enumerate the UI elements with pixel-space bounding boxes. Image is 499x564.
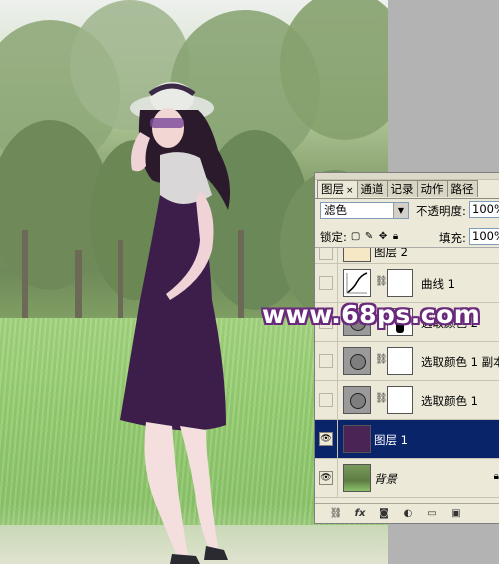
layer-mask[interactable] [387,347,413,375]
tab-paths[interactable]: 路径 [446,180,478,197]
visibility-toggle[interactable] [319,248,333,260]
lock-label: 锁定: [320,230,347,244]
blend-mode-select[interactable]: 滤色 ▼ [320,202,409,219]
lock-row: 锁定: ▢ ✎ ✥ 🔒︎ [320,229,403,245]
layer-mask[interactable] [387,386,413,414]
visibility-toggle[interactable] [319,354,333,368]
link-icon[interactable]: ⛓ [375,354,388,365]
lock-paint-icon[interactable]: ✎ [365,232,375,242]
panel-title-bar[interactable] [315,173,499,180]
layer-row[interactable]: ⛓ 选取颜色 1 副本 [315,342,499,381]
layer-name: 曲线 1 [421,277,455,291]
folder-icon[interactable]: ▭ [425,507,439,521]
lock-all-icon[interactable]: 🔒︎ [393,232,403,242]
layer-row[interactable]: 图层 2 [315,248,499,264]
fill-input[interactable]: 100% [469,228,499,245]
selective-color-icon [343,386,371,414]
layer-mask[interactable] [387,269,413,297]
curves-icon [343,269,371,297]
panel-tabs: 图层 × 通道 记录 动作 路径 [317,180,478,199]
lock-transparency-icon[interactable]: ▢ [351,232,361,242]
layer-row[interactable]: ⛓ 曲线 1 [315,264,499,303]
fx-icon[interactable]: fx [353,507,367,521]
tab-channels[interactable]: 通道 [356,180,388,197]
chevron-down-icon[interactable]: ▼ [393,203,408,218]
visibility-toggle[interactable] [319,393,333,407]
tab-actions[interactable]: 动作 [416,180,448,197]
selective-color-icon [343,347,371,375]
watermark-text: www.68ps.com [262,300,481,329]
adjustment-layer-icon[interactable]: ◐ [401,507,415,521]
layer-name: 图层 1 [374,433,408,447]
layer-name: 背景 [374,472,397,486]
layers-panel: 图层× 通道 记录 动作 路径 滤色 ▼ 不透明度: 100% 锁定: ▢ ✎ … [314,172,499,524]
add-mask-icon[interactable]: ◙ [377,507,391,521]
layer-thumbnail [343,248,371,262]
opacity-input[interactable]: 100% [469,201,499,218]
eye-icon[interactable]: 👁︎ [319,432,333,446]
tab-layers[interactable]: 图层 × [317,180,358,199]
eye-icon[interactable]: 👁︎ [319,471,333,485]
tab-history[interactable]: 记录 [386,180,418,197]
close-icon[interactable]: × [346,186,354,196]
link-layers-icon[interactable]: ⛓ [329,507,343,521]
layer-name: 图层 2 [374,248,408,259]
woman-figure [120,82,231,564]
visibility-toggle[interactable] [319,276,333,290]
new-layer-icon[interactable]: ▣ [449,507,463,521]
fill-label: 填充: [439,231,466,245]
opacity-label: 不透明度: [416,204,466,218]
layer-row[interactable]: ⛓ 选取颜色 1 [315,381,499,420]
layer-thumbnail [343,464,371,492]
link-icon[interactable]: ⛓ [375,393,388,404]
lock-position-icon[interactable]: ✥ [379,232,389,242]
layer-name: 选取颜色 1 [421,394,478,408]
layer-row[interactable]: 👁︎ 背景 🔒︎ [315,459,499,498]
link-icon[interactable]: ⛓ [375,276,388,287]
panel-bottom-bar: ⛓ fx ◙ ◐ ▭ ▣ [315,503,499,523]
layer-row-selected[interactable]: 👁︎ 图层 1 [315,420,499,459]
layers-list: 图层 2 ⛓ 曲线 1 ⛓ 选取颜色 2 ⛓ 选取颜色 1 副本 ⛓ 选取颜色 … [315,247,499,500]
layer-thumbnail [343,425,371,453]
layer-name: 选取颜色 1 副本 [421,355,499,369]
